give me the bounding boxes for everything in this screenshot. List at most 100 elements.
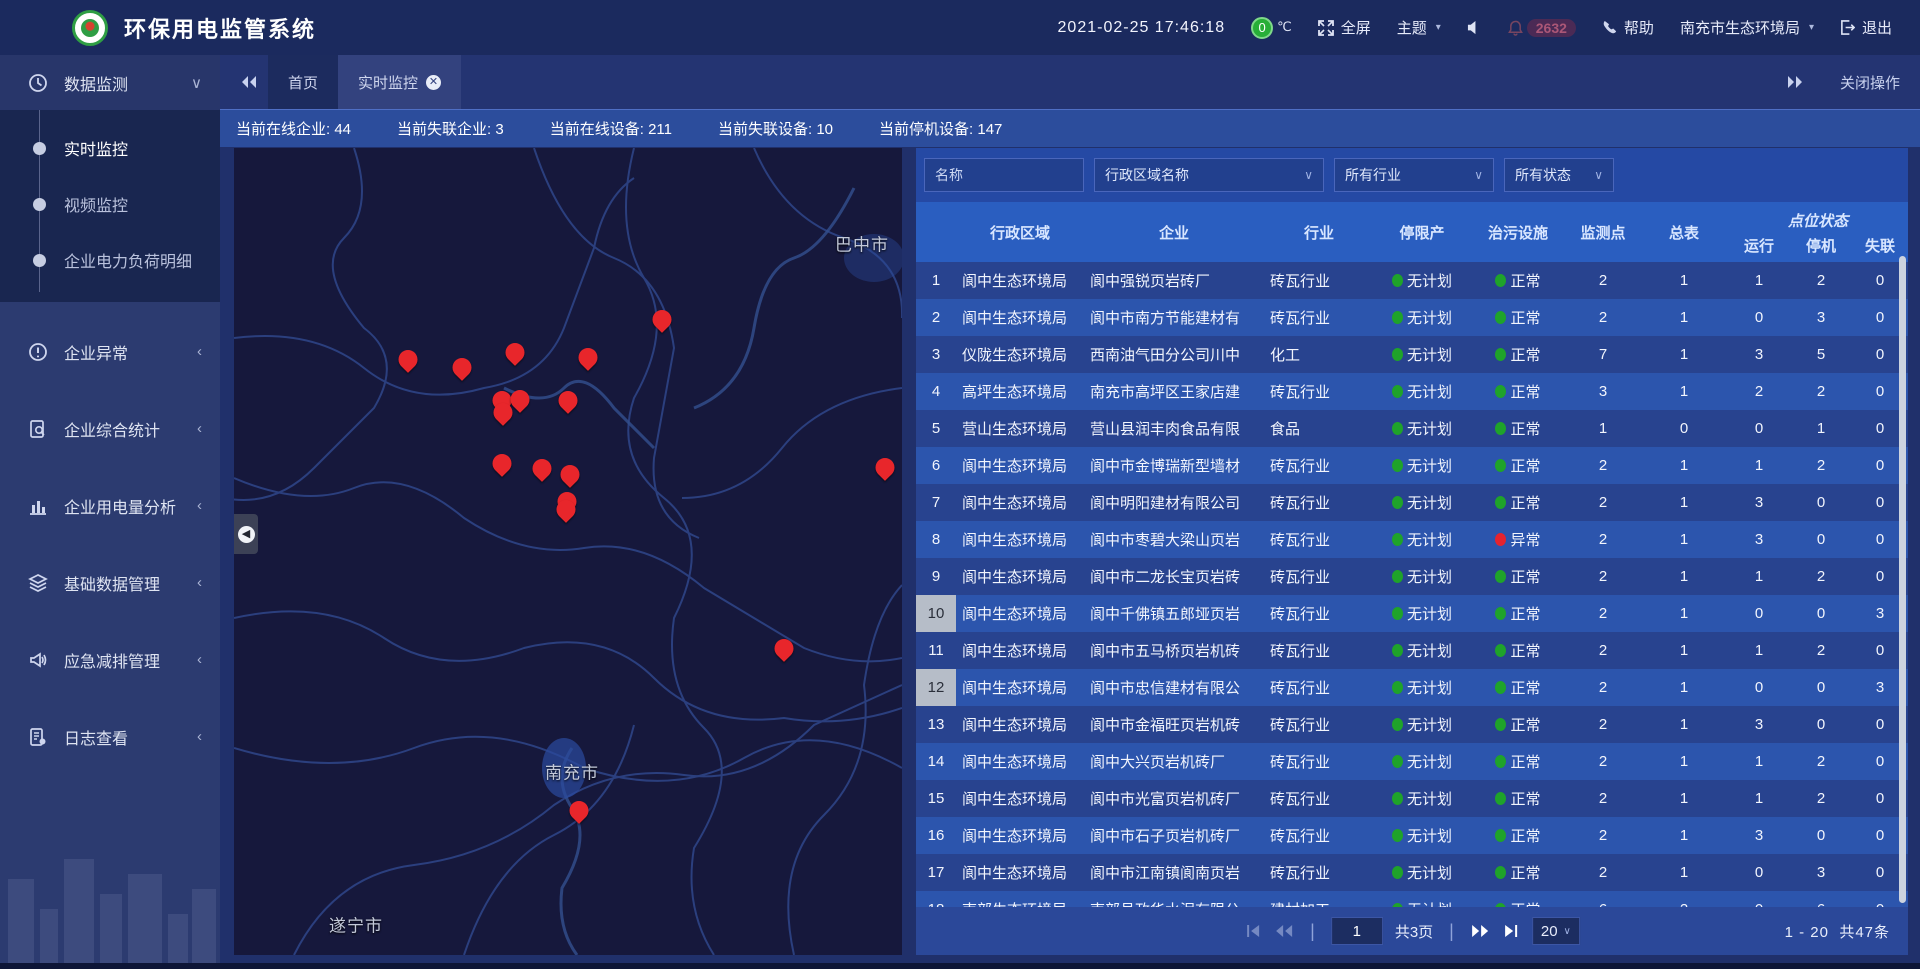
cell-facility-status: 正常 bbox=[1470, 751, 1566, 772]
tabs-scroll-right-button[interactable] bbox=[1786, 75, 1804, 89]
table-row[interactable]: 16阆中生态环境局阆中市石子页岩机砖厂砖瓦行业无计划正常21300 bbox=[916, 817, 1908, 854]
map-pin-icon[interactable] bbox=[511, 390, 530, 409]
stat-label: 当前在线企业: bbox=[236, 121, 330, 138]
status-dot-icon bbox=[1392, 311, 1403, 324]
help-button[interactable]: 帮助 bbox=[1602, 17, 1654, 38]
fullscreen-button[interactable]: 全屏 bbox=[1318, 17, 1371, 38]
status-filter-select[interactable]: 所有状态 ∨ bbox=[1504, 158, 1614, 192]
name-filter-field[interactable] bbox=[924, 158, 1084, 192]
sidebar-item-企业综合统计[interactable]: 企业综合统计‹ bbox=[0, 401, 220, 456]
row-index: 11 bbox=[916, 632, 956, 669]
table-row[interactable]: 5营山生态环境局营山县润丰肉食品有限食品无计划正常10010 bbox=[916, 410, 1908, 447]
table-row[interactable]: 17阆中生态环境局阆中市江南镇阆南页岩砖瓦行业无计划正常21030 bbox=[916, 854, 1908, 891]
table-row[interactable]: 4高坪生态环境局南充市高坪区王家店建砖瓦行业无计划正常31220 bbox=[916, 373, 1908, 410]
chevron-down-icon: ▾ bbox=[1436, 22, 1441, 33]
table-row[interactable]: 10阆中生态环境局阆中千佛镇五郎垭页岩砖瓦行业无计划正常21003 bbox=[916, 595, 1908, 632]
sidebar-item-应急减排管理[interactable]: 应急减排管理‹ bbox=[0, 632, 220, 687]
map-pin-icon[interactable] bbox=[533, 459, 552, 478]
map-panel[interactable]: 巴中市南充市遂宁市 ◀ bbox=[234, 148, 902, 955]
map-pin-icon[interactable] bbox=[775, 639, 794, 658]
cell-monitor-points: 2 bbox=[1566, 716, 1640, 733]
next-page-button[interactable] bbox=[1470, 923, 1490, 939]
map-pin-icon[interactable] bbox=[494, 403, 513, 422]
sidebar-item-企业用电量分析[interactable]: 企业用电量分析‹ bbox=[0, 478, 220, 533]
cell-region: 阆中生态环境局 bbox=[956, 677, 1084, 698]
bullet-icon bbox=[33, 142, 46, 155]
theme-menu[interactable]: 主题 ▾ bbox=[1397, 17, 1441, 38]
sidebar-subitem-企业电力负荷明细[interactable]: 企业电力负荷明细 bbox=[0, 232, 220, 288]
sidebar-item-基础数据管理[interactable]: 基础数据管理‹ bbox=[0, 555, 220, 610]
prev-page-button[interactable] bbox=[1274, 923, 1294, 939]
notifications-button[interactable]: 2632 bbox=[1508, 19, 1576, 37]
table-row[interactable]: 11阆中生态环境局阆中市五马桥页岩机砖砖瓦行业无计划正常21120 bbox=[916, 632, 1908, 669]
table-row[interactable]: 7阆中生态环境局阆中明阳建材有限公司砖瓦行业无计划正常21300 bbox=[916, 484, 1908, 521]
map-pin-icon[interactable] bbox=[559, 391, 578, 410]
cell-running: 0 bbox=[1728, 309, 1790, 326]
sidebar-subitem-视频监控[interactable]: 视频监控 bbox=[0, 176, 220, 232]
cell-stop-status: 无计划 bbox=[1374, 788, 1470, 809]
map-pin-icon[interactable] bbox=[453, 358, 472, 377]
industry-filter-select[interactable]: 所有行业 ∨ bbox=[1334, 158, 1494, 192]
table-row[interactable]: 1阆中生态环境局阆中强锐页岩砖厂砖瓦行业无计划正常21120 bbox=[916, 262, 1908, 299]
cell-industry: 砖瓦行业 bbox=[1264, 714, 1374, 735]
org-menu[interactable]: 南充市生态环境局 ▾ bbox=[1680, 17, 1814, 38]
logout-button[interactable]: 退出 bbox=[1840, 17, 1892, 38]
close-operations-button[interactable]: 关闭操作 bbox=[1840, 72, 1900, 93]
cell-halted: 2 bbox=[1790, 642, 1852, 659]
table-row[interactable]: 15阆中生态环境局阆中市光富页岩机砖厂砖瓦行业无计划正常21120 bbox=[916, 780, 1908, 817]
cell-monitor-points: 2 bbox=[1566, 642, 1640, 659]
table-row[interactable]: 14阆中生态环境局阆中大兴页岩机砖厂砖瓦行业无计划正常21120 bbox=[916, 743, 1908, 780]
first-page-button[interactable] bbox=[1244, 923, 1262, 939]
column-group-header: 点位状态 bbox=[1728, 204, 1908, 231]
table-row[interactable]: 6阆中生态环境局阆中市金博瑞新型墙材砖瓦行业无计划正常21120 bbox=[916, 447, 1908, 484]
sidebar-item-data-monitor[interactable]: 数据监测∨ bbox=[0, 55, 220, 110]
mute-button[interactable] bbox=[1467, 20, 1482, 35]
map-pin-icon[interactable] bbox=[579, 348, 598, 367]
status-dot-icon bbox=[1392, 459, 1403, 472]
map-pin-icon[interactable] bbox=[561, 465, 580, 484]
tab-close-icon[interactable]: ✕ bbox=[426, 75, 441, 90]
table-row[interactable]: 18南部生态环境局南部县政华水泥有限公建材加工无计划正常62060 bbox=[916, 891, 1908, 907]
cell-stop-status: 无计划 bbox=[1374, 270, 1470, 291]
map-collapse-button[interactable]: ◀ bbox=[234, 514, 258, 554]
table-row[interactable]: 8阆中生态环境局阆中市枣碧大梁山页岩砖瓦行业无计划异常21300 bbox=[916, 521, 1908, 558]
map-pin-icon[interactable] bbox=[506, 343, 525, 362]
map-pin-icon[interactable] bbox=[557, 500, 576, 519]
map-pin-icon[interactable] bbox=[570, 801, 589, 820]
tab-实时监控[interactable]: 实时监控✕ bbox=[338, 55, 461, 109]
column-header: 行业 bbox=[1264, 222, 1374, 243]
table-row[interactable]: 9阆中生态环境局阆中市二龙长宝页岩砖砖瓦行业无计划正常21120 bbox=[916, 558, 1908, 595]
datetime-label: 2021-02-25 17:46:18 bbox=[1058, 19, 1226, 37]
last-page-button[interactable] bbox=[1502, 923, 1520, 939]
cell-halted: 2 bbox=[1790, 568, 1852, 585]
table-row[interactable]: 3仪陇生态环境局西南油气田分公司川中化工无计划正常71350 bbox=[916, 336, 1908, 373]
region-filter-select[interactable]: 行政区域名称 ∨ bbox=[1094, 158, 1324, 192]
map-pin-icon[interactable] bbox=[493, 454, 512, 473]
stat-label: 当前停机设备: bbox=[879, 121, 973, 138]
cell-company: 阆中市忠信建材有限公 bbox=[1084, 677, 1264, 698]
sidebar-subitem-实时监控[interactable]: 实时监控 bbox=[0, 120, 220, 176]
table-scrollbar[interactable] bbox=[1899, 256, 1906, 903]
sidebar-item-日志查看[interactable]: 日志查看‹ bbox=[0, 709, 220, 764]
table-row[interactable]: 2阆中生态环境局阆中市南方节能建材有砖瓦行业无计划正常21030 bbox=[916, 299, 1908, 336]
map-pin-icon[interactable] bbox=[876, 458, 895, 477]
tab-首页[interactable]: 首页 bbox=[268, 55, 338, 109]
map-pin-icon[interactable] bbox=[399, 350, 418, 369]
table-row[interactable]: 12阆中生态环境局阆中市忠信建材有限公砖瓦行业无计划正常21003 bbox=[916, 669, 1908, 706]
page-size-select[interactable]: 20 ∨ bbox=[1532, 917, 1580, 945]
stat-label: 当前在线设备: bbox=[550, 121, 644, 138]
row-index: 1 bbox=[916, 262, 956, 299]
tabs-scroll-left-button[interactable] bbox=[240, 75, 258, 89]
cell-region: 阆中生态环境局 bbox=[956, 307, 1084, 328]
sidebar-submenu: 实时监控视频监控企业电力负荷明细 bbox=[0, 110, 220, 302]
status-dot-icon bbox=[1392, 866, 1403, 879]
sidebar-subitem-label: 企业电力负荷明细 bbox=[64, 248, 192, 272]
sidebar-item-企业异常[interactable]: 企业异常‹ bbox=[0, 324, 220, 379]
name-filter-input[interactable] bbox=[935, 167, 1073, 183]
column-header: 总表 bbox=[1640, 222, 1728, 243]
map-pin-icon[interactable] bbox=[653, 310, 672, 329]
status-dot-icon bbox=[1495, 496, 1506, 509]
cell-facility-status: 正常 bbox=[1470, 899, 1566, 907]
table-row[interactable]: 13阆中生态环境局阆中市金福旺页岩机砖砖瓦行业无计划正常21300 bbox=[916, 706, 1908, 743]
page-number-input[interactable] bbox=[1331, 917, 1383, 945]
